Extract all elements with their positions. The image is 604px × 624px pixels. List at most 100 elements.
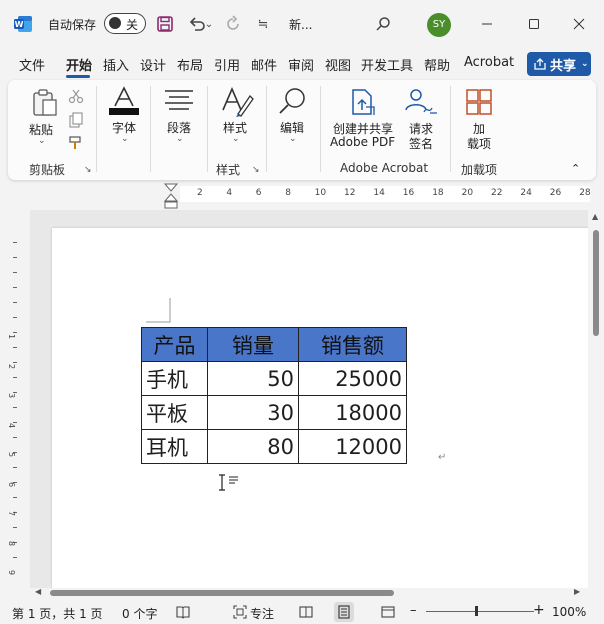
tab-insert[interactable]: 插入 (103, 55, 129, 74)
ruler-number: 12 (344, 188, 356, 198)
focus-icon[interactable] (233, 605, 247, 619)
table-cell[interactable]: 80 (207, 429, 299, 464)
tab-references[interactable]: 引用 (214, 55, 240, 74)
table-header-cell[interactable]: 产品 (141, 327, 208, 362)
paragraph-dropdown-icon[interactable]: ⌄ (176, 134, 184, 144)
font-dropdown-icon[interactable]: ⌄ (121, 134, 129, 144)
zoom-level[interactable]: 100% (552, 605, 586, 619)
styles-dropdown-icon[interactable]: ⌄ (232, 134, 240, 144)
ruler-number: 22 (491, 188, 503, 198)
scroll-right-icon[interactable]: ▶ (574, 587, 580, 596)
share-button[interactable]: 共享 ⌄ (527, 52, 591, 76)
request-sign-label-line2[interactable]: 签名 (409, 135, 433, 152)
tab-file[interactable]: 文件 (19, 55, 45, 74)
scroll-up-icon[interactable]: ▲ (592, 212, 598, 221)
focus-label[interactable]: 专注 (250, 605, 274, 622)
tab-home[interactable]: 开始 (66, 55, 92, 74)
zoom-slider-track[interactable] (426, 611, 534, 612)
text-cursor-icon (219, 474, 238, 491)
title-bar: W 自动保存 关 ⌄ ≒ 新... SY (0, 0, 604, 48)
paste-dropdown-icon[interactable]: ⌄ (38, 136, 46, 146)
ruler-tick (13, 377, 17, 378)
ruler-number: 8 (7, 540, 17, 546)
paste-icon[interactable] (30, 88, 60, 118)
tab-developer[interactable]: 开发工具 (361, 55, 413, 74)
styles-icon[interactable] (220, 86, 254, 118)
share-icon (534, 58, 546, 70)
autosave-toggle[interactable]: 关 (104, 13, 146, 34)
zoom-out-icon[interactable]: – (410, 603, 417, 618)
redo-icon[interactable] (222, 13, 244, 35)
table-cell[interactable]: 50 (207, 361, 299, 396)
editing-dropdown-icon[interactable]: ⌄ (289, 134, 297, 144)
ruler-number: 14 (373, 188, 385, 198)
vertical-scroll-thumb[interactable] (593, 230, 599, 336)
word-count[interactable]: 0 个字 (122, 605, 157, 622)
close-icon[interactable] (567, 12, 591, 36)
format-painter-icon[interactable] (68, 135, 84, 151)
create-pdf-icon[interactable] (350, 88, 376, 116)
table-cell[interactable]: 18000 (298, 395, 407, 430)
read-mode-icon[interactable] (299, 605, 313, 619)
addins-icon[interactable] (465, 88, 493, 116)
editing-search-icon[interactable] (278, 86, 308, 116)
print-layout-button[interactable] (334, 602, 354, 622)
ruler-tick (13, 527, 17, 528)
table-row: 耳机 80 12000 (141, 429, 407, 464)
save-icon[interactable] (154, 13, 176, 35)
collapse-ribbon-icon[interactable]: ⌃ (571, 162, 580, 175)
word-app-icon: W (14, 16, 32, 32)
table-cell[interactable]: 30 (207, 395, 299, 430)
table-cell[interactable]: 手机 (141, 361, 208, 396)
search-icon[interactable] (372, 13, 394, 35)
table-cell[interactable]: 平板 (141, 395, 208, 430)
ruler-tick (13, 332, 17, 333)
user-avatar[interactable]: SY (427, 13, 451, 37)
zoom-slider-thumb[interactable] (475, 606, 478, 616)
document-title[interactable]: 新... (289, 16, 312, 33)
web-layout-icon[interactable] (381, 605, 395, 619)
copy-icon[interactable] (68, 112, 84, 128)
tab-review[interactable]: 审阅 (288, 55, 314, 74)
ribbon-separator (150, 86, 151, 172)
font-icon[interactable] (108, 86, 140, 116)
paragraph-icon[interactable] (164, 88, 194, 112)
ruler-number: 5 (7, 451, 17, 458)
clipboard-launcher-icon[interactable]: ↘ (84, 165, 92, 175)
autosave-label: 自动保存 (48, 18, 97, 32)
request-signature-icon[interactable] (404, 88, 438, 116)
addins-label-line2[interactable]: 载项 (467, 135, 491, 152)
table-header-cell[interactable]: 销售额 (298, 327, 407, 362)
autosave-state: 关 (126, 18, 139, 32)
horizontal-scroll-thumb[interactable] (50, 590, 394, 596)
table-cell[interactable]: 耳机 (141, 429, 208, 464)
proofing-book-icon[interactable] (176, 605, 190, 619)
ruler-number: 2 (7, 363, 17, 369)
customize-toolbar-icon[interactable]: ≒ (252, 13, 274, 35)
tab-view[interactable]: 视图 (325, 55, 351, 74)
scroll-left-icon[interactable]: ◀ (35, 587, 41, 596)
sales-table[interactable]: 产品 销量 销售额 手机 50 25000 平板 30 18000 耳机 80 … (141, 327, 407, 464)
table-row: 平板 30 18000 (141, 395, 407, 430)
page-info[interactable]: 第 1 页，共 1 页 (12, 605, 103, 622)
ruler-tick (13, 437, 17, 438)
indent-marker-icon[interactable] (163, 182, 179, 210)
tab-mailings[interactable]: 邮件 (251, 55, 277, 74)
ruler-number: 4 (226, 188, 233, 198)
table-header-cell[interactable]: 销量 (207, 327, 299, 362)
table-cell[interactable]: 12000 (298, 429, 407, 464)
create-share-label-line2[interactable]: Adobe PDF (330, 135, 395, 149)
tab-design[interactable]: 设计 (140, 55, 166, 74)
tab-acrobat[interactable]: Acrobat (464, 55, 514, 70)
cut-icon[interactable] (68, 88, 84, 104)
undo-dropdown-icon[interactable]: ⌄ (203, 13, 215, 35)
tab-help[interactable]: 帮助 (424, 55, 450, 74)
table-cell[interactable]: 25000 (298, 361, 407, 396)
styles-launcher-icon[interactable]: ↘ (252, 165, 260, 175)
maximize-icon[interactable] (522, 12, 546, 36)
minimize-icon[interactable] (475, 12, 499, 36)
ruler-number: 16 (402, 188, 415, 198)
tab-layout[interactable]: 布局 (177, 55, 203, 74)
zoom-in-icon[interactable]: + (533, 602, 545, 618)
ruler-number: 9 (7, 569, 17, 576)
